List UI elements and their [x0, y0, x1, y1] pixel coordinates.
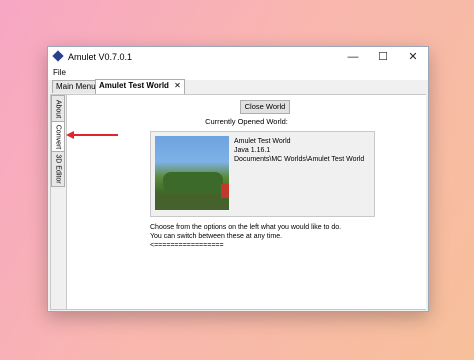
minimize-button[interactable]: — [338, 47, 368, 67]
maximize-button[interactable]: ☐ [368, 47, 398, 67]
tab-close-icon[interactable]: ✕ [174, 81, 181, 90]
title-bar[interactable]: Amulet V0.7.0.1 — ☐ ✕ [48, 47, 428, 67]
world-path: Documents\MC Worlds\Amulet Test World [234, 156, 365, 163]
close-window-button[interactable]: ✕ [398, 47, 428, 67]
tab-main-menu-label: Main Menu [56, 82, 96, 91]
world-name: Amulet Test World [234, 138, 291, 145]
world-edition: Java 1.16.1 [234, 147, 271, 154]
red-arrow-icon [66, 131, 118, 139]
sidebar-item-about[interactable]: About [51, 95, 65, 123]
world-thumbnail-image [155, 136, 229, 210]
world-card: Amulet Test World Java 1.16.1 Documents\… [150, 131, 375, 217]
hint-text: Choose from the options on the left what… [150, 223, 341, 250]
amulet-app-icon [52, 50, 64, 62]
tab-amulet-test-world[interactable]: Amulet Test World ✕ [95, 79, 185, 94]
tab-bar: Main Menu Amulet Test World ✕ [48, 79, 428, 94]
window-title: Amulet V0.7.0.1 [68, 52, 133, 62]
hint-line: Choose from the options on the left what… [150, 224, 342, 231]
tab-world-label: Amulet Test World [99, 81, 169, 90]
red-arrow-shape [66, 131, 118, 139]
thumbnail-red-block [221, 184, 229, 198]
sidebar-item-convert[interactable]: Convert [51, 121, 65, 153]
hint-line: You can switch between these at any time… [150, 233, 283, 240]
close-world-button[interactable]: Close World [240, 100, 290, 114]
tab-main-menu[interactable]: Main Menu [52, 80, 100, 93]
menu-file[interactable]: File [53, 68, 66, 77]
world-info: Amulet Test World Java 1.16.1 Documents\… [234, 137, 364, 164]
main-panel: About Convert 3D Editor Close World Curr… [50, 94, 426, 310]
thumbnail-ground [155, 194, 229, 210]
app-window: Amulet V0.7.0.1 — ☐ ✕ File Main Menu Amu… [47, 46, 429, 312]
sidebar-item-about-label: About [54, 99, 62, 119]
hint-arrow-line: <================= [150, 242, 224, 249]
world-content: Close World Currently Opened World: Amul… [66, 95, 426, 309]
sidebar-item-3d-editor-label: 3D Editor [54, 154, 62, 184]
sidebar-item-convert-label: Convert [54, 124, 62, 150]
sidebar-item-3d-editor[interactable]: 3D Editor [51, 151, 65, 187]
currently-opened-label: Currently Opened World: [205, 117, 288, 126]
thumbnail-trees [163, 172, 223, 192]
